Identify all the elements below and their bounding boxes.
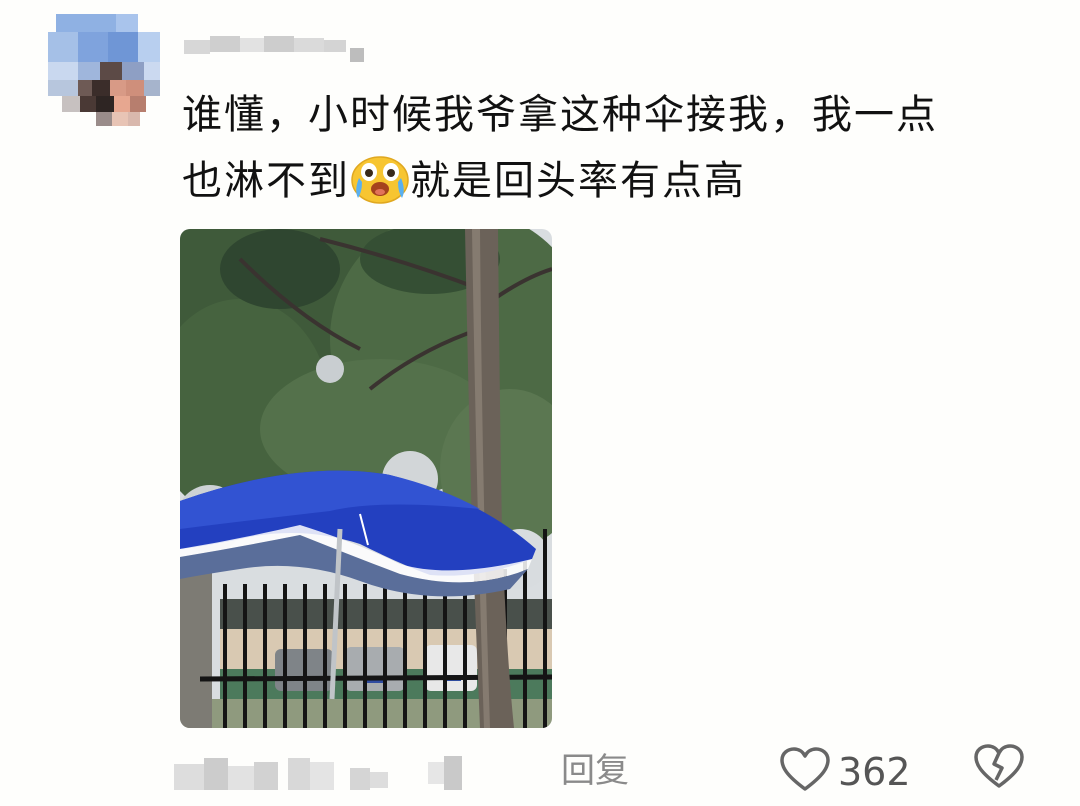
username-pixel <box>210 36 240 52</box>
avatar-pixel <box>96 112 112 126</box>
avatar[interactable] <box>48 14 160 130</box>
avatar-pixel <box>78 80 92 96</box>
username-pixel <box>294 38 324 52</box>
avatar-pixel <box>48 62 78 80</box>
like-count: 362 <box>838 750 911 794</box>
avatar-pixel <box>48 80 78 96</box>
meta-pixel <box>428 762 444 784</box>
umbrella-photo[interactable] <box>180 229 552 728</box>
meta-pixel <box>228 766 254 790</box>
avatar-pixel <box>56 14 116 32</box>
meta-pixel <box>350 768 370 790</box>
username-pixel <box>264 36 294 52</box>
meta-pixel <box>310 762 334 790</box>
comment-line-2-end: 就是回头率有点高 <box>410 158 746 204</box>
avatar-pixel <box>108 32 138 62</box>
avatar-pixel <box>144 62 160 80</box>
username-pixel <box>324 40 346 52</box>
broken-heart-icon[interactable] <box>974 744 1024 794</box>
avatar-pixel <box>48 32 78 62</box>
crying-laughing-emoji-icon <box>350 152 410 204</box>
avatar-pixel <box>78 32 108 62</box>
like-button[interactable]: 362 <box>780 744 911 800</box>
avatar-pixel <box>110 80 126 96</box>
meta-pixel <box>174 764 204 790</box>
comment-line-2-start: 也淋不到 <box>182 158 350 204</box>
avatar-pixel <box>100 62 122 80</box>
avatar-pixel <box>126 80 144 96</box>
avatar-pixel <box>116 14 138 32</box>
avatar-pixel <box>92 80 110 96</box>
avatar-pixel <box>128 112 140 126</box>
comment-line-1: 谁懂，小时候我爷拿这种伞接我，我一点 <box>182 92 938 138</box>
meta-pixel <box>204 758 228 790</box>
avatar-pixel <box>96 96 114 112</box>
meta-pixel <box>288 758 310 790</box>
username-pixel <box>184 40 210 54</box>
meta-blurred <box>174 752 474 796</box>
stone-pillar <box>180 569 212 728</box>
username-pixel <box>240 38 264 52</box>
avatar-pixel <box>144 80 160 96</box>
comment-text: 谁懂，小时候我爷拿这种伞接我，我一点 也淋不到 就是回头率有点高 <box>182 82 1012 214</box>
avatar-pixel <box>122 62 144 80</box>
avatar-pixel <box>80 96 96 112</box>
comment-line-2: 也淋不到 就是回头率有点高 <box>182 148 1012 214</box>
heart-icon <box>780 747 830 797</box>
avatar-pixel <box>114 96 130 112</box>
avatar-pixel <box>112 112 128 126</box>
avatar-pixel <box>78 62 100 80</box>
reply-button[interactable]: 回复 <box>561 748 629 794</box>
avatar-pixel <box>138 32 160 62</box>
avatar-pixel <box>130 96 146 112</box>
meta-pixel <box>370 772 388 788</box>
username-blurred[interactable] <box>184 26 364 62</box>
avatar-pixel <box>62 96 80 112</box>
meta-pixel <box>444 756 462 790</box>
username-pixel <box>350 48 364 62</box>
meta-pixel <box>254 762 278 790</box>
